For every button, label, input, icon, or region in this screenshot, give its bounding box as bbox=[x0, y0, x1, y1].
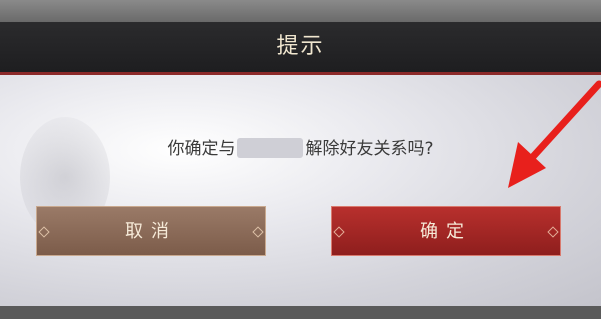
dialog-title: 提示 bbox=[276, 34, 325, 59]
background-top bbox=[0, 0, 601, 22]
cancel-button[interactable]: 取消 bbox=[36, 206, 266, 256]
redacted-username bbox=[237, 138, 304, 158]
dialog-header: 提示 bbox=[0, 22, 601, 75]
red-arrow-icon bbox=[508, 80, 601, 188]
confirm-button[interactable]: 确定 bbox=[331, 206, 561, 256]
message-suffix: 解除好友关系吗? bbox=[305, 139, 434, 159]
message-prefix: 你确定与 bbox=[167, 139, 236, 159]
background-bottom bbox=[0, 306, 601, 319]
